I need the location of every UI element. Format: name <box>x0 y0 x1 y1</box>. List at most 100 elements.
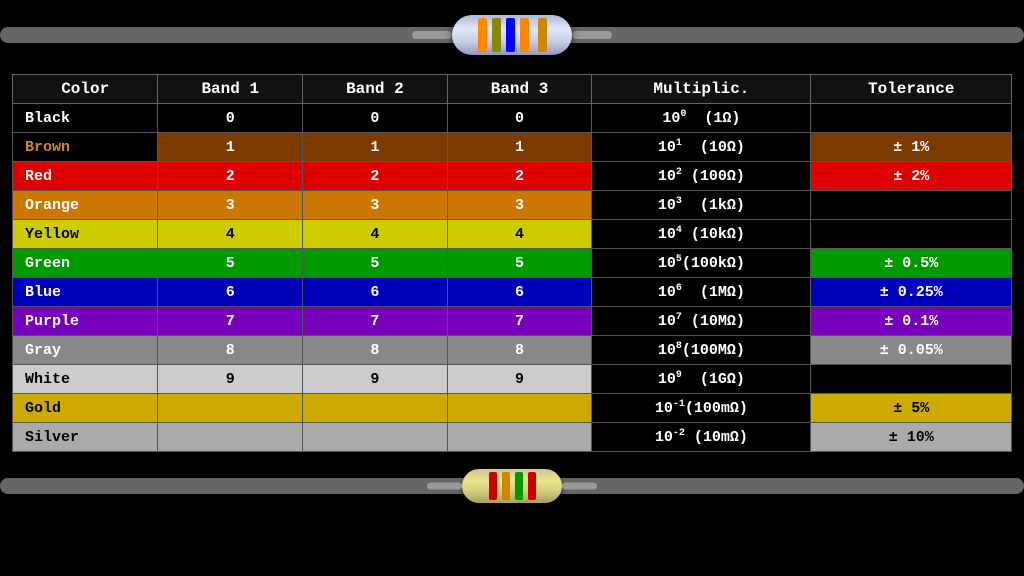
mult-white: 109 (1GΩ) <box>592 365 811 394</box>
col-header-band3: Band 3 <box>447 75 592 104</box>
table-row-green: Green555105(100kΩ)± 0.5% <box>13 249 1012 278</box>
mult-silver: 10-2 (10mΩ) <box>592 423 811 452</box>
tol-red: ± 2% <box>811 162 1012 191</box>
bottom-band-2 <box>502 472 510 500</box>
tol-white <box>811 365 1012 394</box>
table-row-gray: Gray888108(100MΩ)± 0.05% <box>13 336 1012 365</box>
band2-black: 0 <box>303 104 448 133</box>
col-header-mult: Multiplic. <box>592 75 811 104</box>
color-label-blue: Blue <box>13 278 158 307</box>
band1-black: 0 <box>158 104 303 133</box>
bottom-band-1 <box>489 472 497 500</box>
color-label-purple: Purple <box>13 307 158 336</box>
mult-black: 100 (1Ω) <box>592 104 811 133</box>
band2-gold <box>303 394 448 423</box>
mult-orange: 103 (1kΩ) <box>592 191 811 220</box>
band3-blue: 6 <box>447 278 592 307</box>
band2-orange: 3 <box>303 191 448 220</box>
band3-black: 0 <box>447 104 592 133</box>
tol-yellow <box>811 220 1012 249</box>
color-label-gray: Gray <box>13 336 158 365</box>
band2-gray: 8 <box>303 336 448 365</box>
mult-brown: 101 (10Ω) <box>592 133 811 162</box>
table-row-blue: Blue666106 (1MΩ)± 0.25% <box>13 278 1012 307</box>
band2-red: 2 <box>303 162 448 191</box>
band1-silver <box>158 423 303 452</box>
col-header-tol: Tolerance <box>811 75 1012 104</box>
band3-purple: 7 <box>447 307 592 336</box>
tol-brown: ± 1% <box>811 133 1012 162</box>
band2-purple: 7 <box>303 307 448 336</box>
band3-white: 9 <box>447 365 592 394</box>
band2-white: 9 <box>303 365 448 394</box>
tol-black <box>811 104 1012 133</box>
table-row-white: White999109 (1GΩ) <box>13 365 1012 394</box>
table-row-orange: Orange333103 (1kΩ) <box>13 191 1012 220</box>
band3-brown: 1 <box>447 133 592 162</box>
mult-blue: 106 (1MΩ) <box>592 278 811 307</box>
top-band-1 <box>478 18 487 52</box>
table-row-silver: Silver 10-2 (10mΩ)± 10% <box>13 423 1012 452</box>
band1-blue: 6 <box>158 278 303 307</box>
band2-green: 5 <box>303 249 448 278</box>
color-label-silver: Silver <box>13 423 158 452</box>
tol-orange <box>811 191 1012 220</box>
resistor-color-table: Color Band 1 Band 2 Band 3 Multiplic. To… <box>12 74 1012 452</box>
bottom-band-3 <box>515 472 523 500</box>
band2-brown: 1 <box>303 133 448 162</box>
mult-gold: 10-1(100mΩ) <box>592 394 811 423</box>
mult-gray: 108(100MΩ) <box>592 336 811 365</box>
tol-gold: ± 5% <box>811 394 1012 423</box>
mult-purple: 107 (10MΩ) <box>592 307 811 336</box>
top-band-3 <box>506 18 515 52</box>
table-row-red: Red222102 (100Ω)± 2% <box>13 162 1012 191</box>
top-band-2 <box>492 18 501 52</box>
color-label-green: Green <box>13 249 158 278</box>
band1-yellow: 4 <box>158 220 303 249</box>
band3-yellow: 4 <box>447 220 592 249</box>
mult-red: 102 (100Ω) <box>592 162 811 191</box>
band3-orange: 3 <box>447 191 592 220</box>
color-label-gold: Gold <box>13 394 158 423</box>
band2-silver <box>303 423 448 452</box>
color-label-yellow: Yellow <box>13 220 158 249</box>
band1-gold <box>158 394 303 423</box>
mult-green: 105(100kΩ) <box>592 249 811 278</box>
band1-green: 5 <box>158 249 303 278</box>
band1-white: 9 <box>158 365 303 394</box>
color-label-red: Red <box>13 162 158 191</box>
color-label-white: White <box>13 365 158 394</box>
band1-brown: 1 <box>158 133 303 162</box>
tol-silver: ± 10% <box>811 423 1012 452</box>
band3-green: 5 <box>447 249 592 278</box>
tol-blue: ± 0.25% <box>811 278 1012 307</box>
color-label-orange: Orange <box>13 191 158 220</box>
band3-red: 2 <box>447 162 592 191</box>
bottom-resistor <box>427 465 597 507</box>
band3-gold <box>447 394 592 423</box>
color-label-brown: Brown <box>13 133 158 162</box>
band3-gray: 8 <box>447 336 592 365</box>
table-row-black: Black000100 (1Ω) <box>13 104 1012 133</box>
col-header-color: Color <box>13 75 158 104</box>
table-row-yellow: Yellow444104 (10kΩ) <box>13 220 1012 249</box>
band2-blue: 6 <box>303 278 448 307</box>
bottom-band-4 <box>528 472 536 500</box>
top-resistor <box>412 12 612 58</box>
col-header-band1: Band 1 <box>158 75 303 104</box>
top-band-5 <box>538 18 547 52</box>
band1-red: 2 <box>158 162 303 191</box>
table-row-purple: Purple777107 (10MΩ)± 0.1% <box>13 307 1012 336</box>
col-header-band2: Band 2 <box>303 75 448 104</box>
mult-yellow: 104 (10kΩ) <box>592 220 811 249</box>
band2-yellow: 4 <box>303 220 448 249</box>
top-band-4 <box>520 18 529 52</box>
color-label-black: Black <box>13 104 158 133</box>
table-row-gold: Gold 10-1(100mΩ)± 5% <box>13 394 1012 423</box>
table-row-brown: Brown111101 (10Ω)± 1% <box>13 133 1012 162</box>
band3-silver <box>447 423 592 452</box>
tol-purple: ± 0.1% <box>811 307 1012 336</box>
band1-orange: 3 <box>158 191 303 220</box>
band1-purple: 7 <box>158 307 303 336</box>
band1-gray: 8 <box>158 336 303 365</box>
